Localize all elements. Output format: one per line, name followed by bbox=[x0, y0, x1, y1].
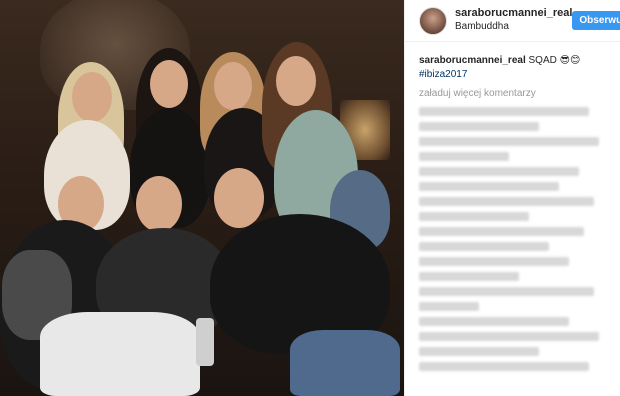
avatar[interactable] bbox=[419, 6, 447, 35]
blurred-comment bbox=[419, 226, 584, 236]
username-link[interactable]: saraborucmannei_real bbox=[455, 7, 572, 21]
person-face bbox=[72, 72, 112, 122]
blurred-comment bbox=[419, 121, 539, 131]
post-photo[interactable] bbox=[0, 0, 404, 396]
drink-bottle bbox=[196, 318, 214, 366]
person-face bbox=[150, 60, 188, 108]
load-more-comments-link[interactable]: załaduj więcej komentarzy bbox=[419, 87, 606, 101]
instagram-post: saraborucmannei_real Bambuddha Obserwuj … bbox=[0, 0, 620, 396]
person-face bbox=[214, 168, 264, 228]
white-pants bbox=[40, 312, 200, 396]
blurred-comment bbox=[419, 241, 549, 251]
follow-button[interactable]: Obserwuj bbox=[572, 11, 620, 30]
blurred-comment bbox=[419, 151, 509, 161]
blurred-comment bbox=[419, 346, 539, 356]
person-jeans bbox=[290, 330, 400, 396]
blurred-comment bbox=[419, 166, 579, 176]
blurred-comment bbox=[419, 331, 599, 341]
comments-section: saraborucmannei_real SQAD 😎😊 #ibiza2017 … bbox=[405, 42, 620, 371]
caption: saraborucmannei_real SQAD 😎😊 #ibiza2017 bbox=[419, 54, 606, 81]
location-link[interactable]: Bambuddha bbox=[455, 21, 572, 34]
caption-emoji: 😎😊 bbox=[559, 55, 581, 66]
blurred-comment bbox=[419, 301, 479, 311]
blurred-comment bbox=[419, 106, 589, 116]
user-info: saraborucmannei_real Bambuddha bbox=[455, 7, 572, 33]
hashtag-link[interactable]: #ibiza2017 bbox=[419, 69, 467, 80]
blurred-comment bbox=[419, 211, 529, 221]
blurred-comment bbox=[419, 181, 559, 191]
blurred-comment bbox=[419, 316, 569, 326]
person-face bbox=[214, 62, 252, 110]
caption-text: SQAD bbox=[528, 55, 557, 66]
person-face bbox=[276, 56, 316, 106]
caption-username[interactable]: saraborucmannei_real bbox=[419, 55, 526, 66]
post-header: saraborucmannei_real Bambuddha Obserwuj bbox=[405, 0, 620, 42]
post-sidebar: saraborucmannei_real Bambuddha Obserwuj … bbox=[404, 0, 620, 396]
person-face bbox=[136, 176, 182, 232]
blurred-comment bbox=[419, 286, 594, 296]
blurred-comment bbox=[419, 196, 594, 206]
blurred-comment bbox=[419, 256, 569, 266]
blurred-comment bbox=[419, 361, 589, 371]
blurred-comment bbox=[419, 271, 519, 281]
blurred-comment bbox=[419, 136, 599, 146]
